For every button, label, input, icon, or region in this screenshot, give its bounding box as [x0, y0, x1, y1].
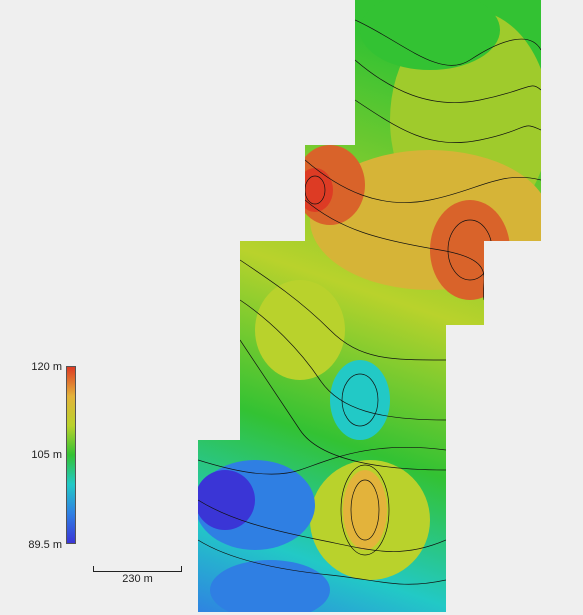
legend-max-label: 120 m — [31, 361, 62, 373]
terrain-surface — [198, 0, 541, 612]
elevation-colorbar — [66, 366, 76, 544]
scale-bar — [93, 566, 182, 572]
scale-bar-label: 230 m — [122, 573, 153, 585]
legend-min-label: 89.5 m — [28, 539, 62, 551]
legend-mid-label: 105 m — [31, 449, 62, 461]
elevation-map[interactable] — [0, 0, 583, 615]
